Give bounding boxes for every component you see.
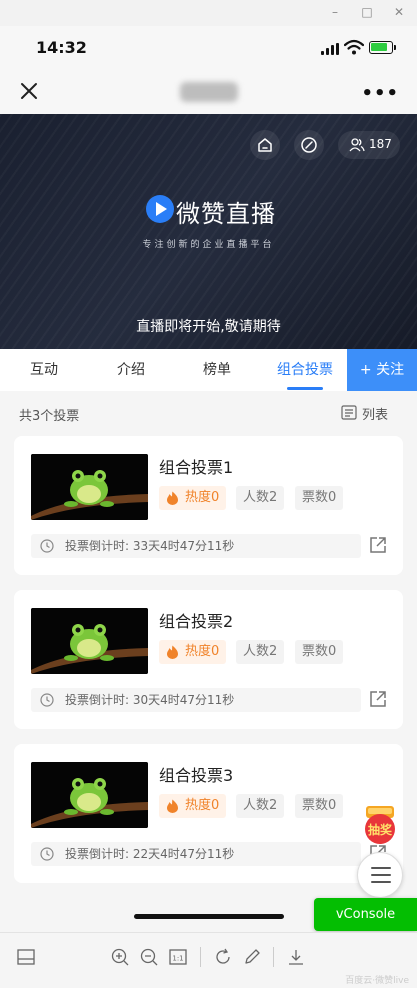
viewer-count: 187 [369, 137, 392, 151]
menu-button[interactable] [357, 852, 403, 898]
phone-screen: 14:32 ••• 187 微赞直播 专注创新的企业直播平台 直播即将开始,敬请… [0, 26, 417, 932]
brand-slogan: 专注创新的企业直播平台 [142, 240, 275, 250]
lottery-badge[interactable]: 抽奖 [360, 804, 400, 844]
heat-tag: 热度0 [159, 640, 227, 664]
countdown-text: 投票倒计时: 33天4时47分11秒 [65, 539, 235, 553]
toolbar-divider [273, 947, 274, 967]
home-button[interactable] [250, 130, 280, 160]
clock-icon [40, 539, 54, 553]
tickets-tag: 票数0 [295, 794, 344, 818]
fire-icon [167, 645, 178, 659]
tickets-tag: 票数0 [295, 640, 344, 664]
coming-soon-text: 直播即将开始,敬请期待 [136, 319, 281, 335]
window-title-bar: – □ ✕ [0, 0, 417, 26]
tab-introduction[interactable]: 介绍 [88, 349, 174, 391]
tab-leaderboard[interactable]: 榜单 [174, 349, 260, 391]
vote-title: 组合投票3 [159, 766, 234, 785]
fire-icon [167, 491, 178, 505]
people-tag: 人数2 [236, 794, 285, 818]
window-close-button[interactable]: ✕ [391, 4, 407, 20]
list-view-label: 列表 [362, 408, 389, 423]
close-icon[interactable] [18, 80, 40, 102]
vote-thumbnail [31, 608, 148, 674]
clock-icon [40, 847, 54, 861]
heat-tag: 热度0 [159, 794, 227, 818]
cellular-signal-icon [321, 43, 341, 55]
vote-countdown: 投票倒计时: 22天4时47分11秒 [31, 842, 361, 866]
weizan-logo-icon [146, 195, 174, 223]
vote-card[interactable]: 组合投票2 热度0 人数2 票数0 投票倒计时: 30天4时47分11秒 [14, 590, 403, 729]
status-bar: 14:32 [0, 26, 417, 70]
brand-name: 微赞直播 [176, 200, 276, 228]
users-icon [349, 138, 365, 152]
more-options-button[interactable]: ••• [361, 83, 399, 104]
vote-thumbnail [31, 454, 148, 520]
vote-countdown: 投票倒计时: 33天4时47分11秒 [31, 534, 361, 558]
watermark: 百度云·微赞live [345, 976, 409, 986]
panel-layout-icon[interactable] [16, 947, 36, 967]
blurred-page-title [180, 82, 238, 102]
vote-title: 组合投票1 [159, 458, 234, 477]
heat-tag: 热度0 [159, 486, 227, 510]
follow-button[interactable]: + 关注 [347, 349, 417, 391]
actual-size-icon[interactable]: 1:1 [168, 947, 188, 967]
list-icon [341, 405, 357, 420]
toolbar-divider [200, 947, 201, 967]
tab-interaction[interactable]: 互动 [0, 349, 88, 391]
vote-title: 组合投票2 [159, 612, 234, 631]
fire-icon [167, 799, 178, 813]
list-header: 共3个投票 列表 [0, 391, 417, 435]
lottery-label: 抽奖 [368, 822, 393, 837]
zoom-out-icon[interactable] [139, 947, 159, 967]
vote-card[interactable]: 组合投票3 热度0 人数2 票数0 投票倒计时: 22天4时47分11秒 [14, 744, 403, 883]
tab-bar: 互动 介绍 榜单 组合投票 + 关注 [0, 349, 417, 391]
home-icon [258, 138, 272, 152]
vote-card[interactable]: 组合投票1 热度0 人数2 票数0 投票倒计时: 33天4时47分11秒 [14, 436, 403, 575]
tickets-tag: 票数0 [295, 486, 344, 510]
countdown-text: 投票倒计时: 22天4时47分11秒 [65, 847, 235, 861]
home-indicator [134, 914, 284, 919]
actual-size-label: 1:1 [172, 955, 183, 963]
link-button[interactable] [294, 130, 324, 160]
people-tag: 人数2 [236, 486, 285, 510]
people-tag: 人数2 [236, 640, 285, 664]
vconsole-button[interactable]: vConsole [314, 898, 417, 931]
download-icon[interactable] [286, 947, 306, 967]
vote-count: 共3个投票 [19, 409, 80, 424]
status-time: 14:32 [36, 38, 87, 57]
edit-pencil-icon[interactable] [242, 947, 262, 967]
maximize-button[interactable]: □ [359, 4, 375, 20]
vote-countdown: 投票倒计时: 30天4时47分11秒 [31, 688, 361, 712]
tab-combined-vote[interactable]: 组合投票 [260, 349, 350, 391]
countdown-text: 投票倒计时: 30天4时47分11秒 [65, 693, 235, 707]
share-external-icon[interactable] [368, 535, 388, 555]
viewer-count-pill[interactable]: 187 [338, 131, 400, 159]
live-banner: 187 微赞直播 专注创新的企业直播平台 直播即将开始,敬请期待 [0, 114, 417, 349]
battery-icon [369, 41, 396, 54]
nav-bar: ••• [0, 70, 417, 114]
bottom-toolbar: 1:1 百度云·微赞live [0, 932, 417, 988]
rotate-icon[interactable] [213, 947, 233, 967]
heat-value: 热度0 [185, 798, 220, 813]
clock-icon [40, 693, 54, 707]
share-external-icon[interactable] [368, 689, 388, 709]
link-icon [301, 137, 317, 153]
heat-value: 热度0 [185, 644, 220, 659]
minimize-button[interactable]: – [327, 4, 343, 20]
heat-value: 热度0 [185, 490, 220, 505]
vote-thumbnail [31, 762, 148, 828]
zoom-in-icon[interactable] [110, 947, 130, 967]
active-tab-indicator [287, 387, 323, 390]
wifi-icon [344, 39, 364, 55]
